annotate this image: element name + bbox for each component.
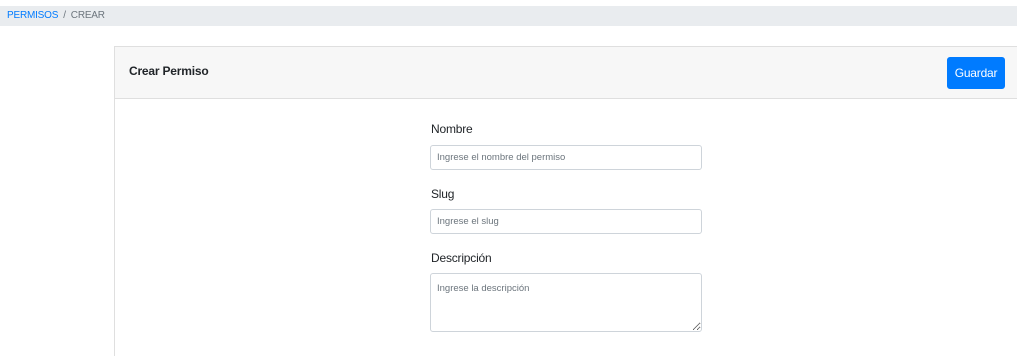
descripcion-label: Descripción xyxy=(431,251,492,265)
card-header: Crear Permiso Guardar xyxy=(115,47,1017,99)
slug-input[interactable] xyxy=(430,209,702,234)
breadcrumb-separator: / xyxy=(63,10,66,21)
nombre-input[interactable] xyxy=(430,145,702,170)
slug-label: Slug xyxy=(431,187,455,201)
breadcrumb-current-crear: CREAR xyxy=(70,10,105,21)
breadcrumb: PERMISOS / CREAR xyxy=(0,6,1017,26)
nombre-label: Nombre xyxy=(431,122,473,136)
breadcrumb-link-permisos[interactable]: PERMISOS xyxy=(7,10,58,21)
descripcion-textarea[interactable] xyxy=(430,273,702,332)
save-button[interactable]: Guardar xyxy=(947,57,1005,89)
card-title: Crear Permiso xyxy=(129,64,209,78)
